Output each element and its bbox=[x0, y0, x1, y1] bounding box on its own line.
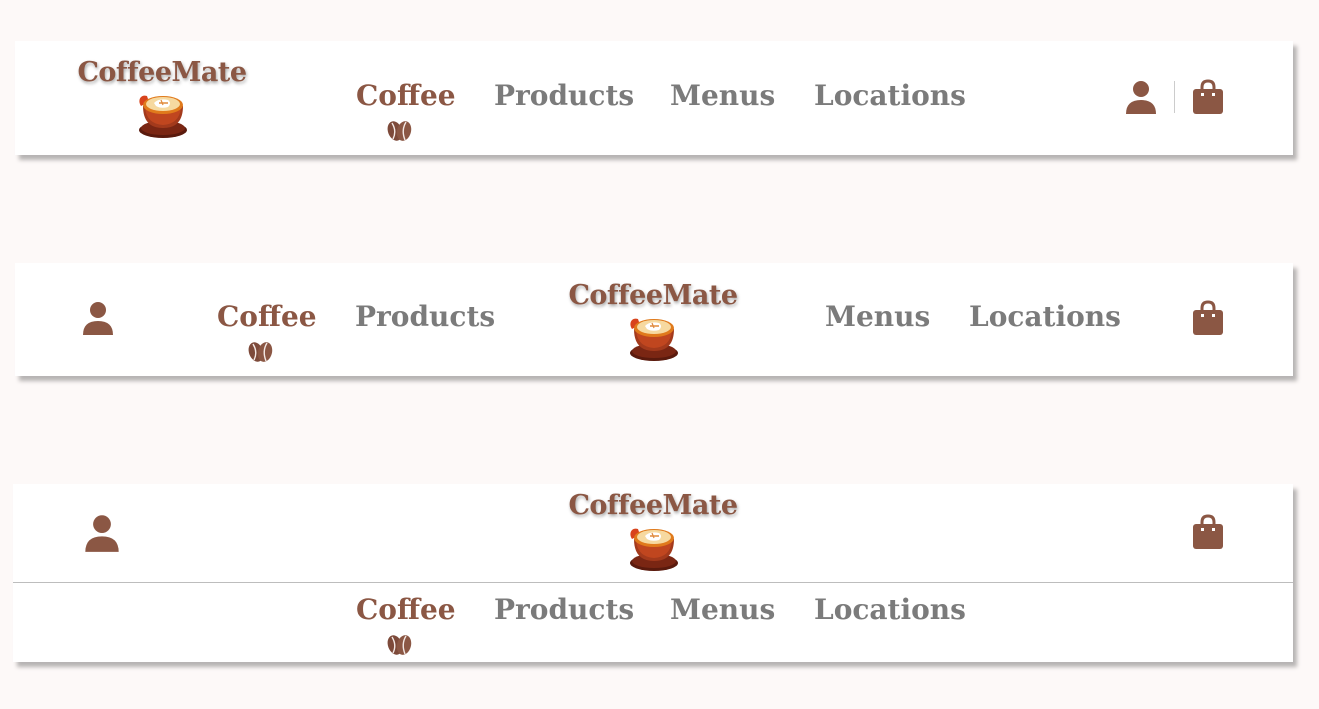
nav-item-coffee[interactable]: Coffee bbox=[356, 593, 456, 626]
nav-item-menus[interactable]: Menus bbox=[670, 79, 775, 112]
nav-item-products[interactable]: Products bbox=[494, 79, 634, 112]
nav-item-menus[interactable]: Menus bbox=[825, 300, 930, 333]
nav-item-coffee[interactable]: Coffee bbox=[356, 79, 456, 112]
user-icon[interactable] bbox=[82, 513, 122, 553]
shopping-bag-icon[interactable] bbox=[1192, 299, 1224, 337]
nav-item-locations[interactable]: Locations bbox=[969, 300, 1121, 333]
coffee-bean-icon bbox=[384, 117, 414, 143]
coffee-cup-icon bbox=[626, 523, 680, 573]
nav-item-coffee[interactable]: Coffee bbox=[217, 300, 317, 333]
nav-item-locations[interactable]: Locations bbox=[814, 79, 966, 112]
user-icon[interactable] bbox=[82, 300, 114, 336]
brand-logo[interactable]: CoffeeMate bbox=[568, 280, 738, 363]
nav-item-locations[interactable]: Locations bbox=[814, 593, 966, 626]
nav-item-products[interactable]: Products bbox=[355, 300, 495, 333]
user-icon[interactable] bbox=[1125, 79, 1157, 115]
icon-divider bbox=[1174, 81, 1175, 113]
coffee-cup-icon bbox=[626, 313, 680, 363]
shopping-bag-icon[interactable] bbox=[1192, 513, 1224, 551]
nav-item-menus[interactable]: Menus bbox=[670, 593, 775, 626]
shopping-bag-icon[interactable] bbox=[1192, 78, 1224, 116]
brand-logo[interactable]: CoffeeMate bbox=[77, 57, 247, 140]
nav-item-products[interactable]: Products bbox=[494, 593, 634, 626]
navbar-variant-1: CoffeeMate Coffee Products Menus Locatio… bbox=[15, 41, 1293, 155]
brand-logo[interactable]: CoffeeMate bbox=[568, 490, 738, 573]
coffee-cup-icon bbox=[135, 90, 189, 140]
navbar-variant-3: CoffeeMate Coffee Products Menus Locatio… bbox=[13, 484, 1293, 662]
brand-name: CoffeeMate bbox=[77, 57, 247, 88]
brand-name: CoffeeMate bbox=[568, 490, 738, 521]
coffee-bean-icon bbox=[245, 338, 275, 364]
navbar-variant-2: Coffee Products CoffeeMate Menus Locatio… bbox=[15, 263, 1293, 376]
brand-name: CoffeeMate bbox=[568, 280, 738, 311]
header-divider bbox=[13, 582, 1293, 583]
coffee-bean-icon bbox=[384, 631, 414, 657]
